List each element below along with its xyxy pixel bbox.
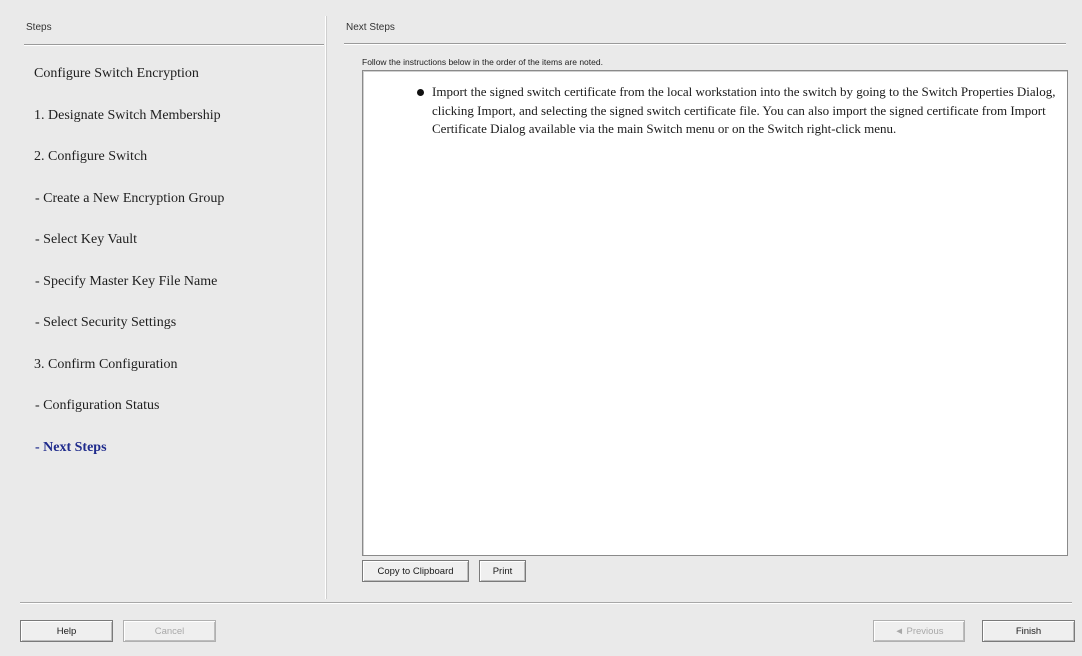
copy-to-clipboard-label: Copy to Clipboard	[377, 565, 454, 577]
footer-divider	[20, 602, 1072, 603]
step-list: Configure Switch Encryption 1. Designate…	[20, 58, 224, 473]
content-header: Next Steps	[346, 22, 395, 33]
copy-to-clipboard-button[interactable]: Copy to Clipboard	[362, 560, 469, 582]
next-steps-panel: Next Steps Follow the instructions below…	[340, 16, 1070, 599]
previous-label: ◄ Previous	[894, 625, 944, 637]
print-button[interactable]: Print	[479, 560, 526, 582]
step-specify-master-key-file: - Specify Master Key File Name	[35, 273, 218, 289]
step-configuration-status: - Configuration Status	[35, 398, 160, 413]
step-select-security-settings: - Select Security Settings	[35, 315, 177, 330]
cancel-button[interactable]: Cancel	[123, 620, 216, 642]
step-select-key-vault: - Select Key Vault	[35, 232, 137, 247]
finish-label: Finish	[1015, 625, 1042, 637]
finish-button[interactable]: Finish	[982, 620, 1075, 642]
step-designate-switch-membership: 1. Designate Switch Membership	[34, 107, 221, 123]
next-steps-text-area[interactable]: Import the signed switch certificate fro…	[362, 70, 1068, 556]
bullet-text: Import the signed switch certificate fro…	[432, 84, 1056, 136]
previous-button[interactable]: ◄ Previous	[873, 620, 965, 642]
help-label: Help	[56, 625, 77, 637]
wizard-footer: Help Cancel ◄ Previous Finish	[0, 604, 1082, 656]
print-label: Print	[492, 565, 513, 577]
step-confirm-configuration: 3. Confirm Configuration	[34, 356, 178, 372]
bullet-icon	[417, 89, 424, 96]
bullet-item: Import the signed switch certificate fro…	[416, 83, 1062, 139]
encryption-wizard-window: Steps Configure Switch Encryption 1. Des…	[0, 0, 1082, 656]
content-divider	[344, 43, 1066, 44]
step-configure-switch: 2. Configure Switch	[34, 149, 148, 164]
step-configure-switch-encryption: Configure Switch Encryption	[34, 66, 199, 81]
steps-header: Steps	[26, 22, 52, 33]
steps-panel: Steps Configure Switch Encryption 1. Des…	[20, 16, 326, 599]
step-create-encryption-group: - Create a New Encryption Group	[35, 190, 225, 206]
instructions-text: Follow the instructions below in the ord…	[362, 57, 603, 67]
cancel-label: Cancel	[154, 625, 185, 637]
step-next-steps: - Next Steps	[35, 439, 107, 455]
help-button[interactable]: Help	[20, 620, 113, 642]
steps-divider	[24, 44, 324, 45]
